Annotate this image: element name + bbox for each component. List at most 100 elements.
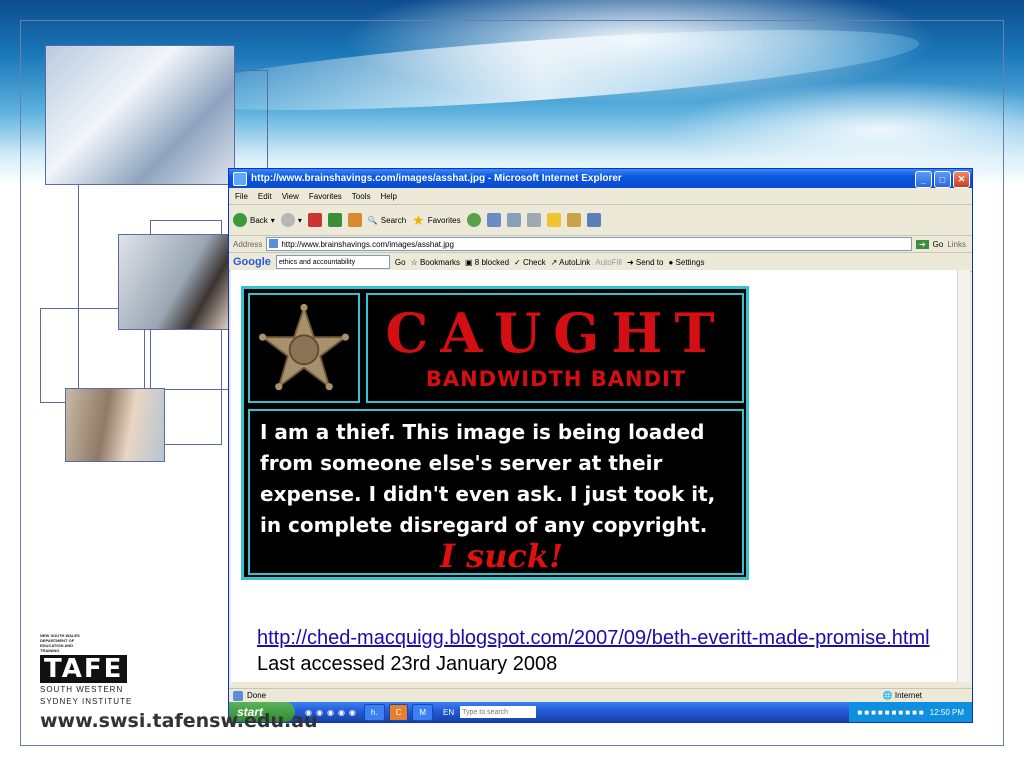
- forward-button[interactable]: ▾: [280, 213, 302, 227]
- photo-smiling-man: [65, 388, 165, 462]
- caught-heading-panel: CAUGHT BANDWIDTH BANDIT: [366, 293, 744, 403]
- vertical-scrollbar[interactable]: [957, 270, 970, 682]
- print-icon[interactable]: [506, 213, 521, 227]
- website-url: www.swsi.tafensw.edu.au: [40, 710, 318, 732]
- refresh-icon[interactable]: [327, 213, 342, 227]
- menu-edit[interactable]: Edit: [258, 192, 272, 201]
- menu-file[interactable]: File: [235, 192, 248, 201]
- google-query: ethics and accountability: [278, 258, 356, 266]
- search-icon: 🔍: [367, 215, 378, 225]
- institute-line-2: SYDNEY INSTITUTE: [40, 697, 133, 706]
- toolbar: Back ▾ ▾ 🔍 Search ★ Favorites: [229, 205, 972, 236]
- title-bar[interactable]: http://www.brainshavings.com/images/assh…: [229, 169, 972, 188]
- tafe-wordmark: TAFE: [40, 655, 128, 683]
- research-icon[interactable]: [566, 213, 581, 227]
- autolink-label: AutoLink: [559, 257, 591, 267]
- sheriff-star-icon: [259, 303, 349, 391]
- clock: 12:50 PM: [929, 707, 964, 717]
- language-indicator[interactable]: EN: [443, 708, 454, 717]
- ie-icon: [233, 171, 247, 186]
- go-arrow-icon[interactable]: ➔: [915, 239, 929, 249]
- history-icon[interactable]: [466, 213, 481, 227]
- i-suck-text: I suck!: [440, 537, 564, 575]
- sendto-label: Send to: [635, 257, 664, 267]
- favorites-button[interactable]: ★ Favorites: [412, 212, 460, 229]
- address-url: http://www.brainshavings.com/images/assh…: [281, 239, 454, 249]
- check-label: Check: [522, 257, 546, 267]
- status-text: Done: [247, 691, 267, 700]
- bandit-subtitle: BANDWIDTH BANDIT: [425, 367, 687, 391]
- zone-indicator: 🌐 Internet: [882, 691, 922, 700]
- status-bar: Done 🌐 Internet: [229, 688, 972, 702]
- system-tray: ■■■■■■■■■■ 12:50 PM: [849, 702, 972, 722]
- taskbar-search-input[interactable]: Type to search: [460, 706, 537, 718]
- search-placeholder: Type to search: [462, 708, 509, 716]
- menu-bar: File Edit View Favorites Tools Help: [229, 188, 972, 205]
- google-search-input[interactable]: ethics and accountability: [275, 255, 390, 269]
- mail-icon[interactable]: [486, 213, 501, 227]
- thief-message: I am a thief. This image is being loaded…: [260, 420, 716, 537]
- search-label: Search: [380, 215, 407, 225]
- star-icon: ★: [412, 211, 425, 228]
- page-done-icon: [233, 690, 243, 701]
- address-label: Address: [233, 239, 263, 249]
- nsw-department-text: NEW SOUTH WALES DEPARTMENT OF EDUCATION …: [40, 633, 80, 653]
- blocked-label: 8 blocked: [474, 257, 510, 267]
- message-panel: I am a thief. This image is being loaded…: [248, 409, 744, 575]
- institute-line-1: SOUTH WESTERN: [40, 685, 124, 694]
- send-to-button[interactable]: ➜ Send to: [627, 258, 664, 267]
- bookmarks-button[interactable]: ☆ Bookmarks: [411, 258, 460, 267]
- close-button[interactable]: ✕: [953, 171, 970, 188]
- taskbar: start ◉◉◉◉◉ h. C M EN Type to search ■■■…: [229, 702, 972, 722]
- back-button[interactable]: Back ▾: [233, 213, 275, 227]
- google-go-button[interactable]: Go: [395, 258, 406, 267]
- stop-icon[interactable]: [307, 213, 322, 227]
- menu-tools[interactable]: Tools: [352, 192, 371, 201]
- caught-title: CAUGHT: [385, 301, 727, 365]
- back-arrow-icon: [233, 213, 247, 227]
- back-label: Back: [250, 215, 268, 225]
- sheriff-badge-panel: [248, 293, 360, 403]
- task-item-m[interactable]: M: [412, 703, 434, 721]
- menu-favorites[interactable]: Favorites: [309, 192, 342, 201]
- autolink-button[interactable]: ↗ AutoLink: [551, 258, 591, 267]
- links-button[interactable]: Links: [947, 240, 966, 249]
- bookmarks-label: Bookmarks: [419, 257, 460, 267]
- task-item-c[interactable]: C: [388, 703, 409, 721]
- popup-blocked-button[interactable]: ▣ 8 blocked: [465, 258, 509, 267]
- google-logo: Google: [233, 256, 271, 268]
- tafe-logo: NEW SOUTH WALES DEPARTMENT OF EDUCATION …: [40, 633, 150, 707]
- maximize-button[interactable]: □: [934, 171, 951, 188]
- photo-computer-mouse: [45, 45, 235, 185]
- task-item-h[interactable]: h.: [363, 703, 385, 721]
- minimize-button[interactable]: _: [915, 171, 932, 188]
- settings-button[interactable]: ● Settings: [668, 258, 704, 267]
- task-label: C: [395, 707, 402, 717]
- page-content: CAUGHT BANDWIDTH BANDIT I am a thief. Th…: [231, 270, 957, 682]
- zone-label: Internet: [894, 691, 922, 700]
- messenger-icon[interactable]: [586, 213, 601, 227]
- menu-help[interactable]: Help: [380, 192, 396, 201]
- home-icon[interactable]: [347, 213, 362, 227]
- settings-label: Settings: [675, 257, 705, 267]
- address-input[interactable]: http://www.brainshavings.com/images/assh…: [266, 237, 912, 251]
- window-title: http://www.brainshavings.com/images/assh…: [251, 173, 622, 184]
- source-link[interactable]: http://ched-macquigg.blogspot.com/2007/0…: [257, 627, 930, 650]
- search-button[interactable]: 🔍 Search: [368, 216, 406, 225]
- task-label: M: [419, 707, 427, 717]
- caught-image: CAUGHT BANDWIDTH BANDIT I am a thief. Th…: [241, 286, 749, 580]
- task-label: h.: [370, 707, 378, 717]
- last-accessed-note: Last accessed 23rd January 2008: [257, 653, 558, 675]
- spell-check-button[interactable]: ✓ Check: [514, 258, 546, 267]
- favorites-label: Favorites: [427, 215, 461, 225]
- folder-icon[interactable]: [546, 213, 561, 227]
- edit-icon[interactable]: [526, 213, 541, 227]
- go-button[interactable]: Go: [933, 240, 944, 249]
- menu-view[interactable]: View: [282, 192, 299, 201]
- forward-arrow-icon: [280, 213, 295, 227]
- address-bar: Address http://www.brainshavings.com/ima…: [229, 236, 972, 253]
- autofill-button[interactable]: AutoFill: [595, 258, 622, 267]
- tray-icons[interactable]: ■■■■■■■■■■: [857, 708, 925, 717]
- photo-woman-at-computer: [118, 234, 230, 330]
- page-icon: [269, 239, 279, 248]
